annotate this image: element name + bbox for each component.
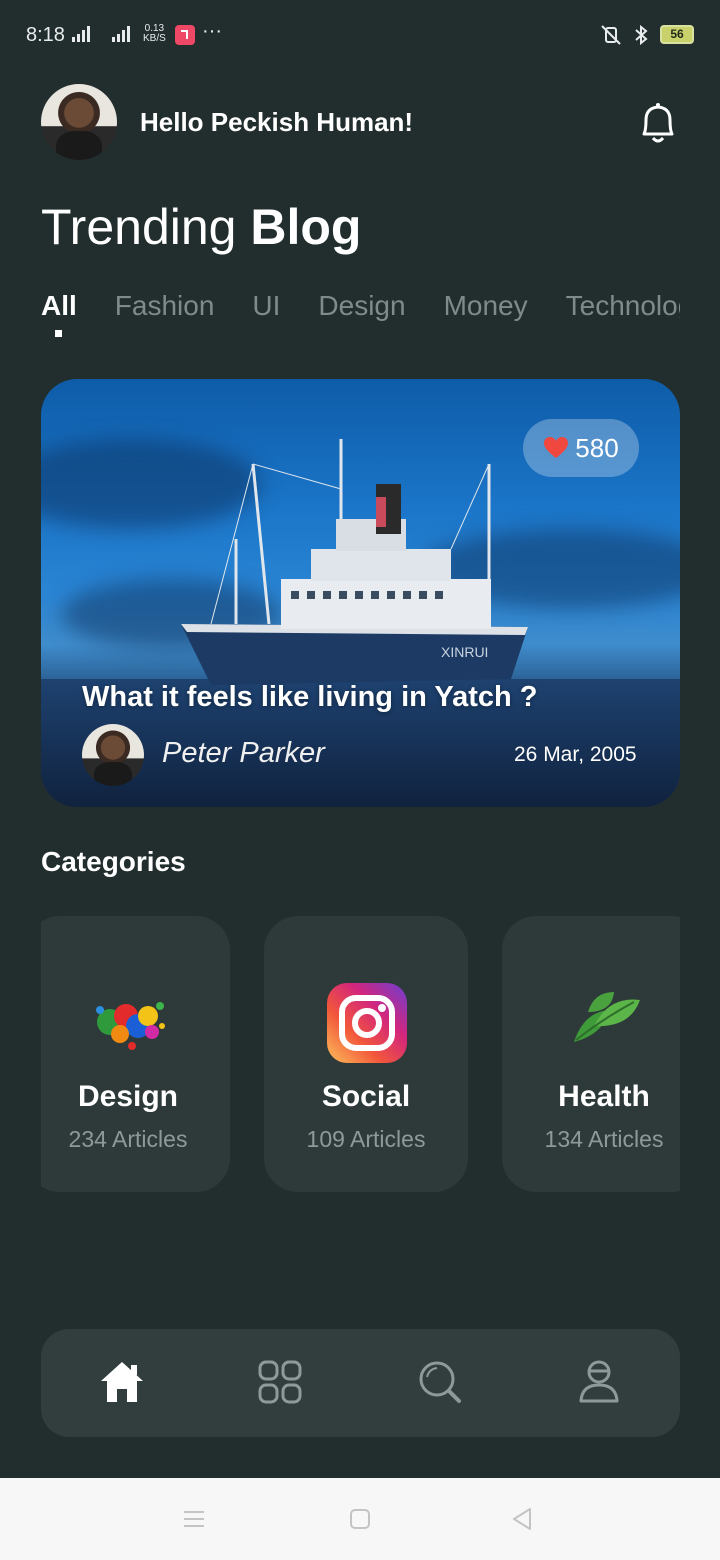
system-navigation-bar: [0, 1478, 720, 1560]
categories-carousel[interactable]: Design 234 Articles Social 109 Articles: [41, 916, 680, 1192]
grid-icon[interactable]: [255, 1357, 305, 1407]
tab-fashion[interactable]: Fashion: [115, 290, 215, 322]
categories-heading: Categories: [41, 846, 186, 877]
author-name[interactable]: Peter Parker: [162, 737, 325, 770]
category-card-health[interactable]: Health 134 Articles: [502, 916, 680, 1192]
bottom-navigation: [41, 1329, 680, 1437]
battery-indicator: 56: [660, 25, 694, 44]
network-speed: 0.13 KB/S: [143, 24, 166, 44]
search-icon[interactable]: [415, 1357, 465, 1407]
likes-count: 580: [575, 432, 619, 463]
tab-money[interactable]: Money: [444, 290, 528, 322]
page-title: Trending Blog: [41, 198, 361, 256]
bluetooth-icon: [635, 24, 648, 46]
tab-design[interactable]: Design: [318, 290, 405, 322]
network-speed-unit: KB/S: [143, 33, 166, 44]
category-card-social[interactable]: Social 109 Articles: [264, 916, 468, 1192]
category-name: Design: [77, 1080, 179, 1113]
heart-icon: [544, 437, 569, 458]
category-name: Health: [558, 1080, 650, 1113]
tab-label: All: [41, 290, 77, 321]
category-count: 109 Articles: [306, 1126, 426, 1152]
tab-ui[interactable]: UI: [252, 290, 280, 322]
music-app-icon: [175, 25, 195, 45]
category-count: 234 Articles: [68, 1126, 188, 1152]
author-avatar[interactable]: [82, 724, 144, 786]
profile-icon[interactable]: [574, 1357, 624, 1407]
signal-icon: [72, 26, 90, 42]
home-square-icon[interactable]: [347, 1506, 373, 1532]
status-bar: 8:18 0.13 KB/S ··· 56: [0, 0, 720, 70]
ship-name-label: XINRUI: [441, 644, 488, 660]
tab-technology[interactable]: Technology: [566, 290, 680, 322]
post-title[interactable]: What it feels like living in Yatch ?: [82, 681, 538, 714]
instagram-icon: [327, 983, 407, 1063]
featured-post-card[interactable]: XINRUI 580 What it feels like living in …: [41, 379, 680, 807]
more-notifications-icon: ···: [202, 20, 222, 42]
menu-icon[interactable]: [181, 1506, 207, 1532]
paint-splash-icon: [96, 1002, 165, 1050]
user-avatar[interactable]: [41, 84, 117, 160]
category-card-design[interactable]: Design 234 Articles: [41, 916, 230, 1192]
category-name: Social: [321, 1080, 411, 1113]
vibrate-mute-icon: [601, 25, 621, 45]
home-icon[interactable]: [97, 1357, 147, 1407]
post-date: 26 Mar, 2005: [514, 743, 637, 766]
tab-all[interactable]: All: [41, 290, 77, 337]
active-tab-indicator: [55, 330, 62, 337]
page-title-bold: Blog: [250, 199, 362, 255]
mint-leaf-icon: [574, 992, 640, 1042]
bell-icon[interactable]: [636, 100, 680, 146]
status-time: 8:18: [26, 24, 65, 46]
like-counter[interactable]: 580: [523, 419, 639, 477]
category-count: 134 Articles: [544, 1126, 664, 1152]
page-title-light: Trending: [41, 199, 251, 255]
back-icon[interactable]: [509, 1506, 535, 1532]
greeting-text: Hello Peckish Human!: [140, 107, 414, 137]
signal-icon-2: [112, 26, 130, 42]
category-tabs: All Fashion UI Design Money Technology: [41, 290, 680, 350]
